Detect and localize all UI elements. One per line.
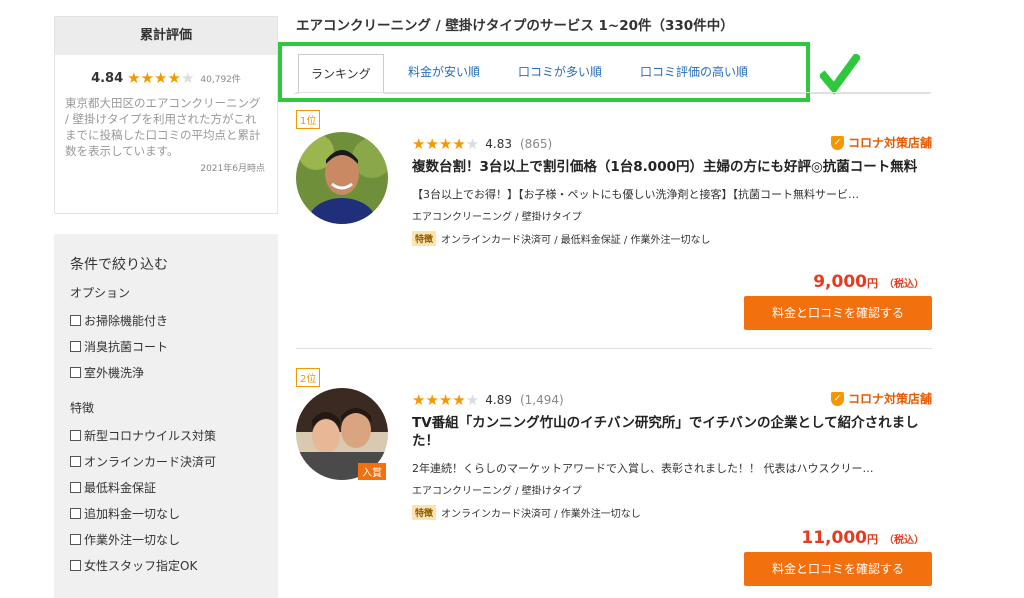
- star-rating-icon: ★★★★★: [412, 135, 480, 153]
- service-card[interactable]: 1位 ★★★★★ 4.83 (865) ✓ コロナ対策店舗 複数台割！3台以上で割…: [296, 110, 932, 340]
- rating-description: 東京都大田区のエアコンクリーニング / 壁掛けタイプを利用された方がこれまでに投…: [65, 96, 261, 158]
- star-rating-icon: ★★★★★: [127, 69, 195, 87]
- feature-tag: 特徴: [412, 505, 437, 520]
- filter-feature-item[interactable]: 作業外注一切なし: [70, 526, 262, 552]
- checkbox[interactable]: [70, 507, 81, 519]
- filter-title: 条件で絞り込む: [70, 257, 168, 273]
- rating-count: 40,792件: [200, 74, 241, 85]
- service-card[interactable]: 2位 入賞 ★★★★★ 4.89 (1,494) ✓ コロナ対策店舗 TV番組「カ…: [296, 368, 932, 598]
- options-heading: オプション: [70, 286, 131, 300]
- view-price-reviews-button[interactable]: 料金と口コミを確認する: [744, 296, 932, 330]
- card-body: ★★★★★ 4.89 (1,494) ✓ コロナ対策店舗 TV番組「カンニング竹山…: [412, 390, 932, 520]
- card-body: ★★★★★ 4.83 (865) ✓ コロナ対策店舗 複数台割！3台以上で割引価格…: [412, 134, 932, 246]
- rating-date: 2021年6月時点: [200, 164, 265, 174]
- provider-avatar[interactable]: [296, 132, 388, 224]
- card-price: 9,000円 （税込）: [813, 272, 924, 292]
- page-title: エアコンクリーニング / 壁掛けタイプのサービス 1~20件（330件中）: [296, 18, 734, 34]
- checkbox[interactable]: [70, 429, 81, 441]
- filter-feature-item[interactable]: 追加料金一切なし: [70, 500, 262, 526]
- card-review-count[interactable]: (1,494): [520, 393, 564, 407]
- rating-score: 4.84: [91, 70, 124, 86]
- filter-option-item[interactable]: お掃除機能付き: [70, 307, 262, 333]
- card-title[interactable]: TV番組「カンニング竹山のイチバン研究所」でイチバンの企業として紹介されました！: [412, 414, 932, 450]
- filter-feature-item[interactable]: 女性スタッフ指定OK: [70, 552, 262, 578]
- checkbox[interactable]: [70, 455, 81, 467]
- filter-option-item[interactable]: 室外機洗浄: [70, 359, 262, 385]
- card-features: 特徴 オンラインカード決済可 / 最低料金保証 / 作業外注一切なし: [412, 231, 932, 246]
- rating-panel-heading: 累計評価: [55, 17, 277, 55]
- filter-feature-item[interactable]: 最低料金保証: [70, 474, 262, 500]
- filter-option-item[interactable]: 消臭抗菌コート: [70, 333, 262, 359]
- rank-badge: 1位: [296, 110, 321, 129]
- highlight-box: [278, 42, 810, 102]
- card-description: 2年連続！くらしのマーケットアワードで入賞し、表彰されました！！ 代表はハウスク…: [412, 462, 874, 475]
- filter-feature-item[interactable]: オンラインカード決済可: [70, 448, 262, 474]
- rating-summary: 4.84 ★★★★★ 40,792件: [55, 69, 277, 87]
- features-heading: 特徴: [70, 401, 95, 415]
- feature-tag: 特徴: [412, 231, 437, 246]
- card-score: 4.83: [485, 137, 512, 151]
- divider: [296, 348, 932, 349]
- card-score: 4.89: [485, 393, 512, 407]
- card-price: 11,000円 （税込）: [801, 528, 924, 548]
- checkbox[interactable]: [70, 533, 81, 545]
- covid-badge: ✓ コロナ対策店舗: [830, 134, 932, 151]
- divider: [296, 92, 932, 93]
- view-price-reviews-button[interactable]: 料金と口コミを確認する: [744, 552, 932, 586]
- card-title[interactable]: 複数台割！3台以上で割引価格（1台8.000円）主婦の方にも好評◎抗菌コート無料: [412, 158, 932, 176]
- card-features: 特徴 オンラインカード決済可 / 作業外注一切なし: [412, 505, 932, 520]
- checkbox[interactable]: [70, 481, 81, 493]
- card-category: エアコンクリーニング / 壁掛けタイプ: [412, 486, 582, 497]
- cumulative-rating-panel: 累計評価 4.84 ★★★★★ 40,792件 東京都大田区のエアコンクリーニン…: [54, 16, 278, 214]
- shield-check-icon: ✓: [830, 135, 844, 150]
- checkbox[interactable]: [70, 314, 81, 326]
- covid-badge: ✓ コロナ対策店舗: [830, 390, 932, 407]
- card-review-count[interactable]: (865): [520, 137, 552, 151]
- card-description: 【3台以上でお得！】【お子様・ペットにも優しい洗浄剤と接客】【抗菌コート無料サー…: [412, 188, 859, 201]
- shield-check-icon: ✓: [830, 391, 844, 406]
- checkbox[interactable]: [70, 559, 81, 571]
- checkbox[interactable]: [70, 340, 81, 352]
- rank-badge: 2位: [296, 368, 321, 387]
- card-category: エアコンクリーニング / 壁掛けタイプ: [412, 212, 582, 223]
- filter-panel: 条件で絞り込む オプション お掃除機能付き 消臭抗菌コート 室外機洗浄 特徴 新…: [54, 234, 278, 598]
- star-rating-icon: ★★★★★: [412, 391, 480, 409]
- filter-feature-item[interactable]: 新型コロナウイルス対策: [70, 422, 262, 448]
- avatar-award-tag: 入賞: [358, 463, 386, 480]
- checkbox[interactable]: [70, 366, 81, 378]
- checkmark-icon: [820, 54, 860, 95]
